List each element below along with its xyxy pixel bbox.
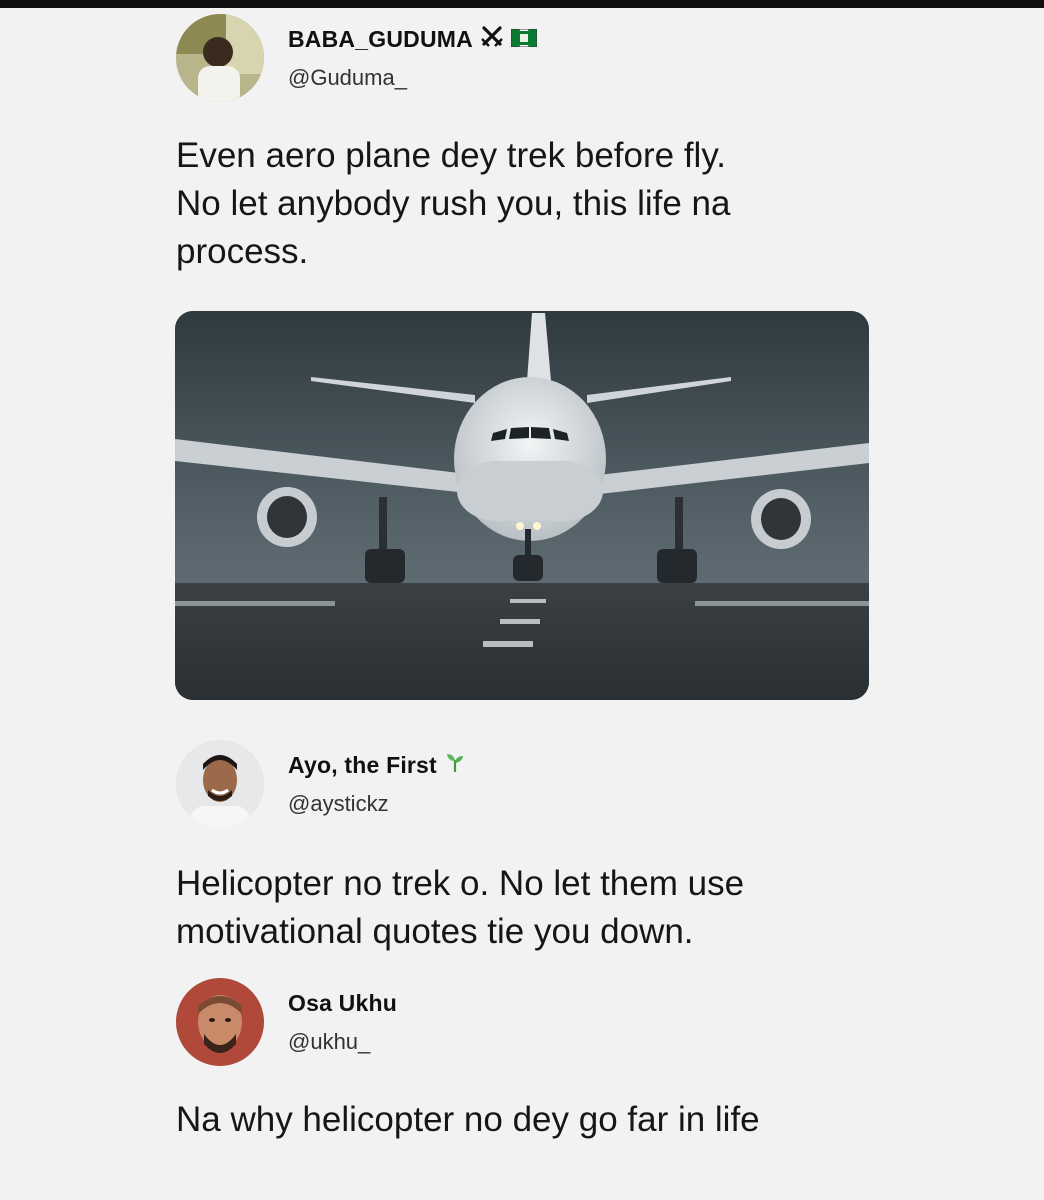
display-name-text: Ayo, the First <box>288 751 437 778</box>
display-name-text: BABA_GUDUMA <box>288 25 473 52</box>
display-name: Ayo, the First <box>288 751 465 779</box>
top-edge-bar <box>0 0 1044 8</box>
display-name: Osa Ukhu <box>288 990 397 1017</box>
tweet-text: Even aero plane dey trek before fly. No … <box>176 136 731 271</box>
tweet-aystickz[interactable]: Ayo, the First @aystickz Helicopter no t… <box>176 740 876 956</box>
seedling-icon <box>445 751 465 779</box>
airplane-on-runway-photo[interactable] <box>175 311 869 700</box>
avatar-aystickz[interactable] <box>176 740 264 828</box>
nigeria-flag-icon <box>510 26 538 53</box>
tweet-ukhu[interactable]: Osa Ukhu @ukhu_ Na why helicopter no dey… <box>176 978 876 1144</box>
display-name-text: Osa Ukhu <box>288 989 397 1016</box>
handle[interactable]: @Guduma_ <box>288 65 537 91</box>
tweet-text: Helicopter no trek o. No let them use mo… <box>176 864 745 951</box>
tweet-header: Osa Ukhu @ukhu_ <box>176 978 876 1066</box>
tweet-guduma[interactable]: BABA_GUDUMA @Guduma_ Even aero plane dey… <box>176 14 876 276</box>
crossed-swords-icon <box>481 25 503 53</box>
avatar-guduma[interactable] <box>176 14 264 102</box>
tweet-header: BABA_GUDUMA @Guduma_ <box>176 14 876 102</box>
tweet-header: Ayo, the First @aystickz <box>176 740 876 828</box>
display-name: BABA_GUDUMA <box>288 25 538 53</box>
tweet-text: Na why helicopter no dey go far in life <box>176 1100 760 1139</box>
avatar-ukhu[interactable] <box>176 978 264 1066</box>
handle[interactable]: @ukhu_ <box>288 1029 397 1055</box>
handle[interactable]: @aystickz <box>288 791 465 817</box>
